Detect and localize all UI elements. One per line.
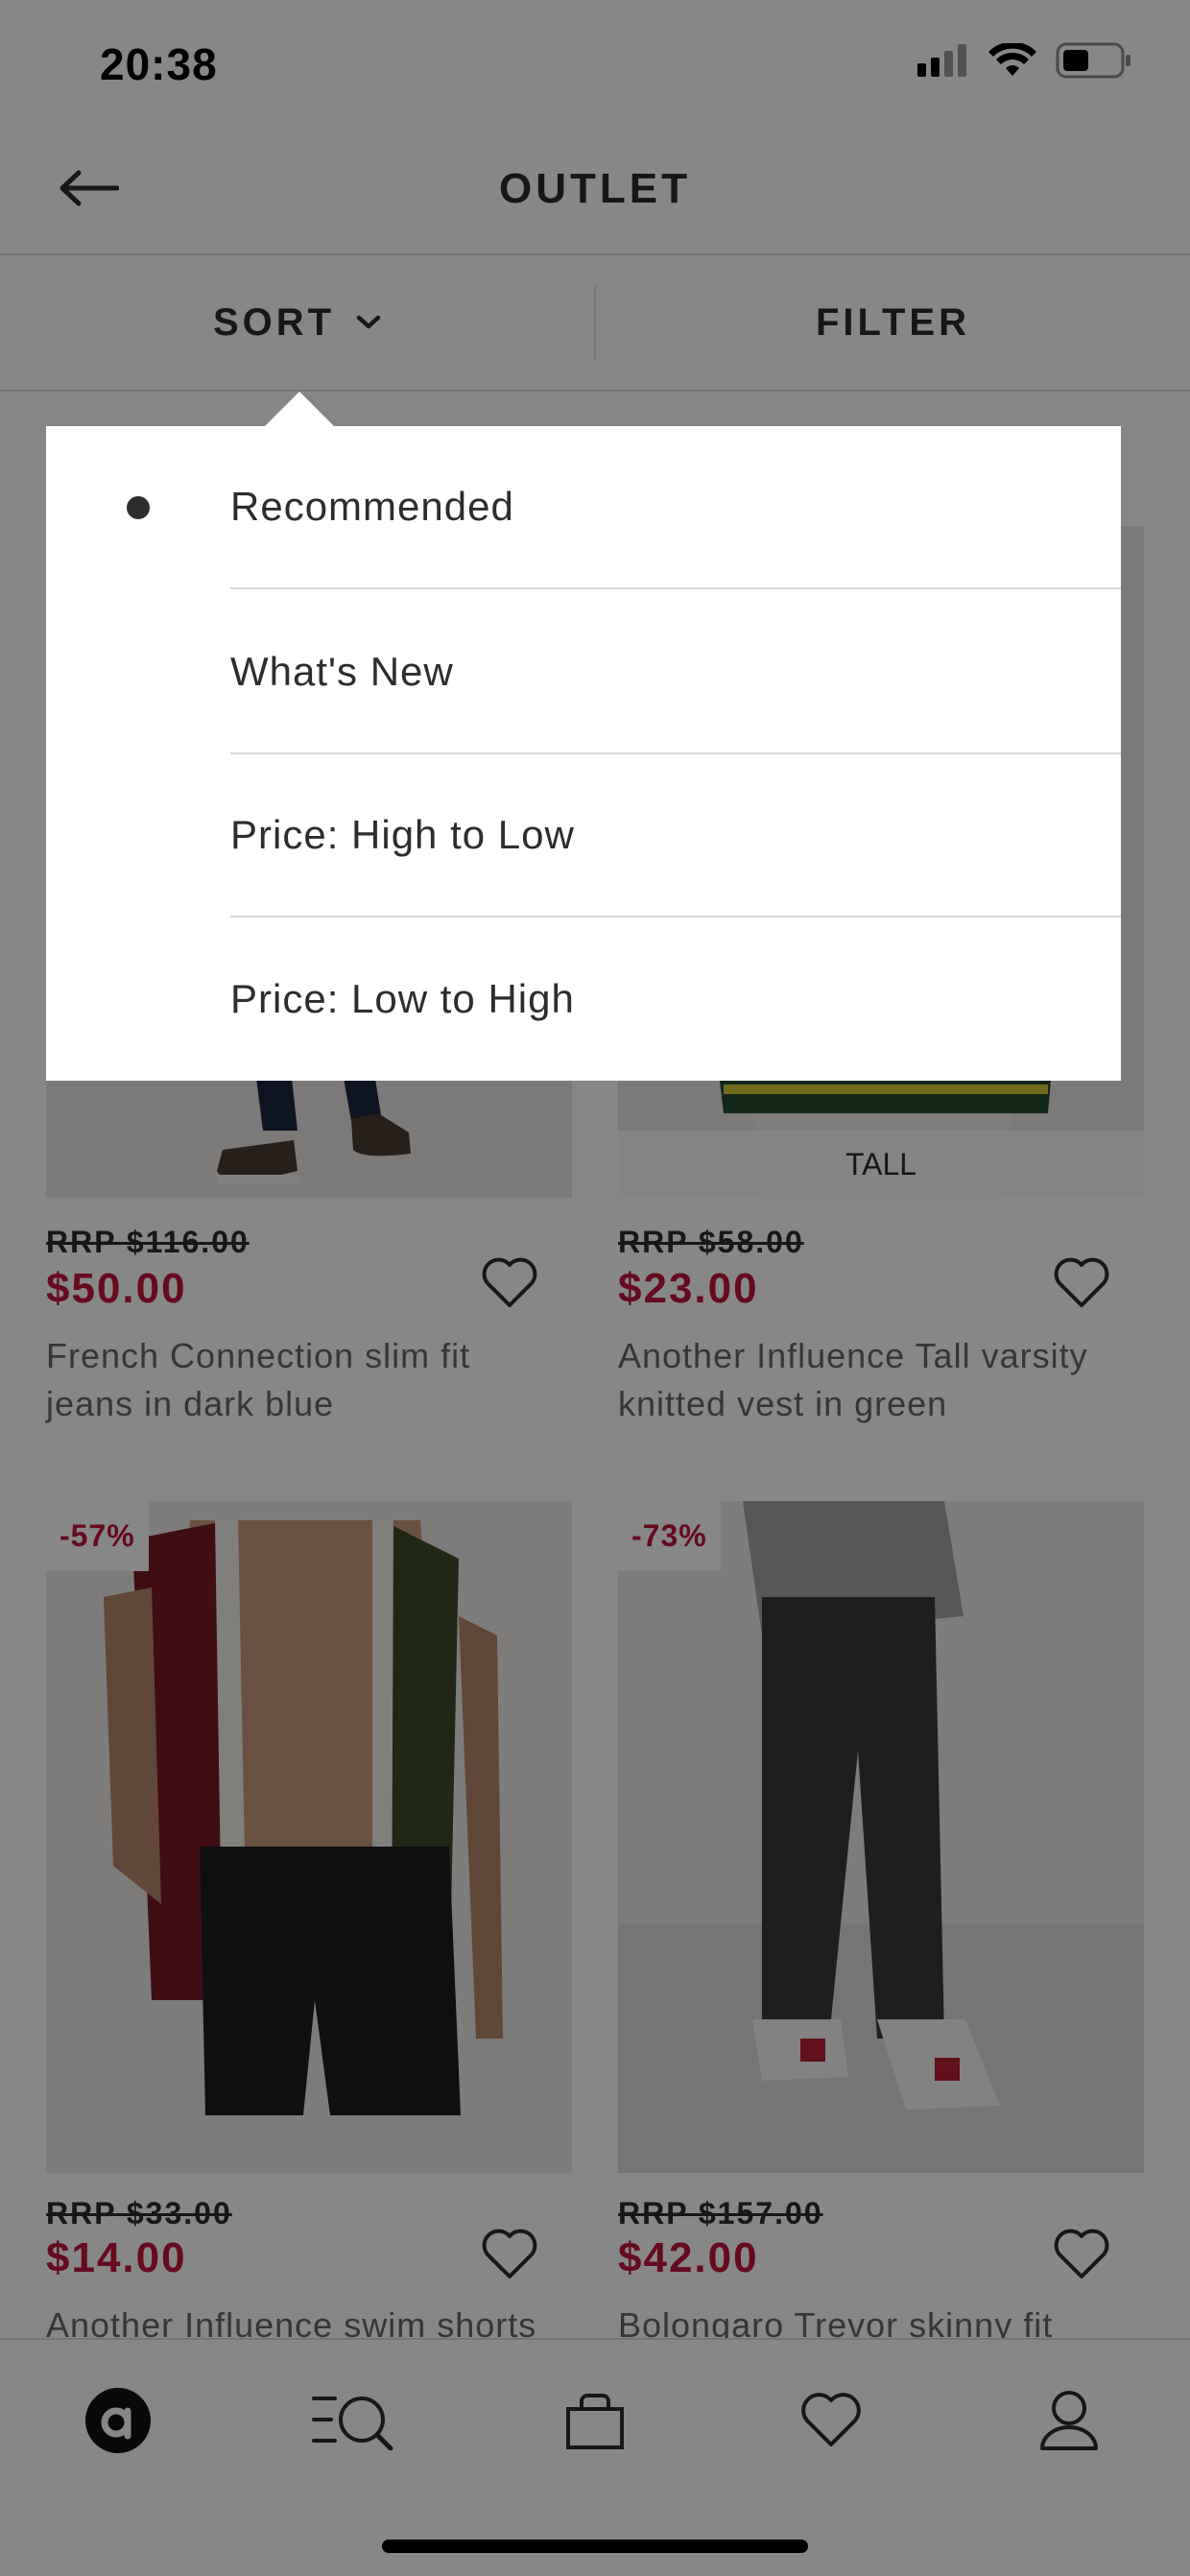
sort-option-label: Price: Low to High bbox=[230, 976, 575, 1021]
sort-option-label: Recommended bbox=[230, 484, 514, 529]
sort-option-whats-new[interactable]: What's New bbox=[230, 591, 1121, 754]
sort-option-label: Price: High to Low bbox=[230, 812, 575, 857]
home-indicator[interactable] bbox=[382, 2540, 808, 2553]
sort-option-recommended[interactable]: Recommended bbox=[230, 426, 1121, 589]
sort-option-price-high-low[interactable]: Price: High to Low bbox=[230, 754, 1121, 918]
sort-dropdown: Recommended What's New Price: High to Lo… bbox=[46, 426, 1121, 1081]
selected-radio-dot bbox=[127, 496, 150, 519]
modal-backdrop[interactable] bbox=[0, 0, 1190, 2576]
sort-option-label: What's New bbox=[230, 649, 454, 694]
dropdown-pointer bbox=[265, 392, 334, 426]
sort-option-price-low-high[interactable]: Price: Low to High bbox=[230, 918, 1121, 1081]
